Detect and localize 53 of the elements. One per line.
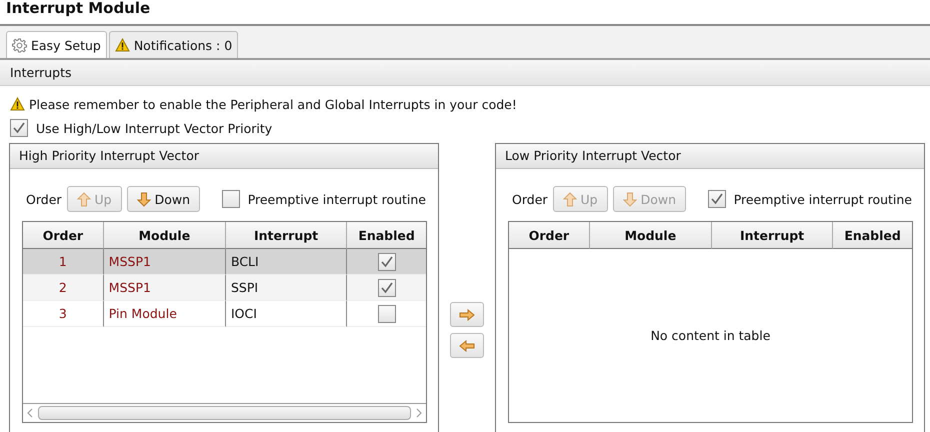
table-cell: 2	[58, 280, 67, 295]
table-cell: BCLI	[230, 254, 259, 269]
column-header[interactable]: Interrupt	[226, 222, 348, 249]
table-cell: MSSP1	[108, 280, 151, 295]
tab[interactable]: Notifications : 0	[108, 31, 238, 58]
settings-icon	[12, 38, 27, 52]
column-header[interactable]: Interrupt	[712, 222, 834, 249]
checkbox-label: Preemptive interrupt routine	[734, 192, 912, 206]
table-row[interactable]: 2 MSSP1 SSPI	[23, 275, 426, 301]
move-left-button[interactable]	[450, 333, 484, 358]
arrow-down-icon	[136, 192, 151, 206]
order-label: Order	[512, 192, 548, 206]
warning-message: Please remember to enable the Peripheral and Global Interrupts in your code!	[29, 96, 517, 112]
checkbox[interactable]	[708, 190, 726, 208]
scroll-left-icon[interactable]	[26, 408, 34, 418]
column-header[interactable]: Enabled	[347, 222, 426, 249]
down-button[interactable]: Down	[126, 186, 200, 212]
table-cell: SSPI	[230, 280, 258, 295]
checkbox[interactable]	[378, 252, 396, 270]
arrow-right-icon	[459, 308, 475, 320]
table-cell: Pin Module	[108, 306, 177, 321]
arrow-down-icon	[622, 192, 637, 206]
panel-title: High Priority Interrupt Vector	[10, 144, 438, 169]
column-header[interactable]: Module	[590, 222, 712, 249]
checkbox-label: Preemptive interrupt routine	[248, 192, 426, 206]
column-header[interactable]: Order	[23, 222, 104, 249]
horizontal-scrollbar[interactable]	[23, 403, 426, 422]
warning-icon	[10, 97, 25, 111]
table-row[interactable]: 1 MSSP1 BCLI	[23, 249, 426, 275]
scroll-right-icon[interactable]	[415, 408, 423, 418]
column-header[interactable]: Module	[104, 222, 226, 249]
table-cell: IOCI	[230, 306, 257, 321]
checkbox[interactable]	[378, 304, 396, 322]
table-cell: 1	[58, 254, 67, 269]
table-cell: 3	[58, 306, 67, 321]
table-cell: MSSP1	[108, 254, 151, 269]
arrow-left-icon	[459, 340, 475, 352]
table-row[interactable]: 3 Pin Module IOCI	[23, 301, 426, 327]
checkbox[interactable]	[378, 278, 396, 296]
checkbox[interactable]	[222, 190, 240, 208]
column-header[interactable]: Order	[509, 222, 590, 249]
tab[interactable]: Easy Setup	[6, 31, 107, 58]
empty-message: No content in table	[650, 328, 770, 343]
column-header[interactable]: Enabled	[833, 222, 912, 249]
move-right-button[interactable]	[450, 302, 484, 327]
warning-icon	[114, 38, 130, 52]
order-label: Order	[26, 192, 62, 206]
checkbox[interactable]	[10, 119, 28, 137]
arrow-up-icon	[76, 192, 91, 206]
panel-title: Low Priority Interrupt Vector	[496, 144, 924, 169]
checkbox-label: Use High/Low Interrupt Vector Priority	[36, 120, 272, 136]
section-header: Interrupts	[0, 60, 930, 86]
arrow-up-icon	[562, 192, 577, 206]
